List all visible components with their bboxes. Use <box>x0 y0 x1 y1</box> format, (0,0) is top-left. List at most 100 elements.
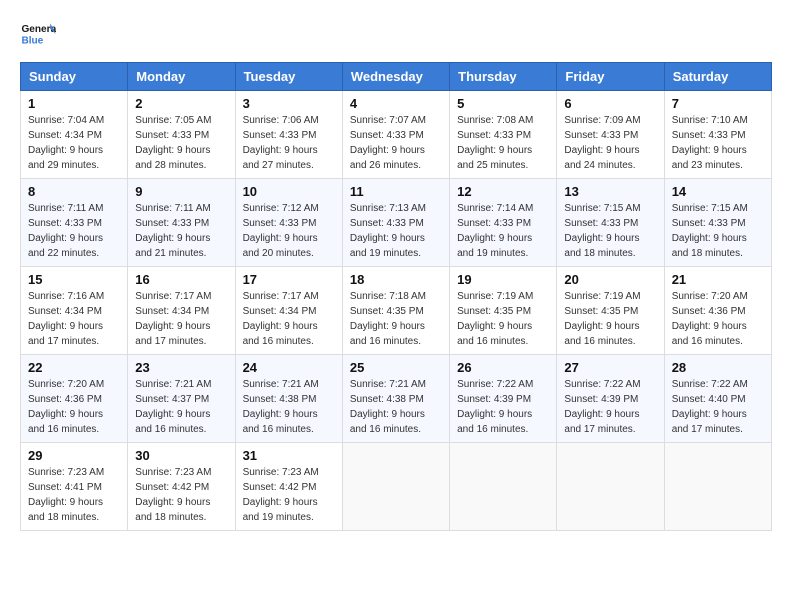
day-number: 24 <box>243 360 335 375</box>
day-cell: 10 Sunrise: 7:12 AM Sunset: 4:33 PM Dayl… <box>235 179 342 267</box>
day-cell: 22 Sunrise: 7:20 AM Sunset: 4:36 PM Dayl… <box>21 355 128 443</box>
day-cell: 4 Sunrise: 7:07 AM Sunset: 4:33 PM Dayli… <box>342 91 449 179</box>
day-info: Sunrise: 7:21 AM Sunset: 4:37 PM Dayligh… <box>135 377 227 437</box>
day-info: Sunrise: 7:22 AM Sunset: 4:40 PM Dayligh… <box>672 377 764 437</box>
svg-text:Blue: Blue <box>21 35 43 46</box>
day-cell: 5 Sunrise: 7:08 AM Sunset: 4:33 PM Dayli… <box>450 91 557 179</box>
day-cell: 29 Sunrise: 7:23 AM Sunset: 4:41 PM Dayl… <box>21 443 128 531</box>
day-cell <box>342 443 449 531</box>
day-info: Sunrise: 7:11 AM Sunset: 4:33 PM Dayligh… <box>135 201 227 261</box>
day-info: Sunrise: 7:09 AM Sunset: 4:33 PM Dayligh… <box>564 113 656 173</box>
day-number: 13 <box>564 184 656 199</box>
day-number: 20 <box>564 272 656 287</box>
col-header-monday: Monday <box>128 63 235 91</box>
logo-icon: General Blue <box>20 16 56 52</box>
day-number: 1 <box>28 96 120 111</box>
day-cell: 21 Sunrise: 7:20 AM Sunset: 4:36 PM Dayl… <box>664 267 771 355</box>
day-number: 2 <box>135 96 227 111</box>
calendar-table: SundayMondayTuesdayWednesdayThursdayFrid… <box>20 62 772 531</box>
day-info: Sunrise: 7:13 AM Sunset: 4:33 PM Dayligh… <box>350 201 442 261</box>
day-number: 7 <box>672 96 764 111</box>
day-cell <box>450 443 557 531</box>
week-row-5: 29 Sunrise: 7:23 AM Sunset: 4:41 PM Dayl… <box>21 443 772 531</box>
day-number: 5 <box>457 96 549 111</box>
day-cell: 23 Sunrise: 7:21 AM Sunset: 4:37 PM Dayl… <box>128 355 235 443</box>
day-cell: 18 Sunrise: 7:18 AM Sunset: 4:35 PM Dayl… <box>342 267 449 355</box>
day-number: 27 <box>564 360 656 375</box>
day-number: 9 <box>135 184 227 199</box>
day-info: Sunrise: 7:17 AM Sunset: 4:34 PM Dayligh… <box>135 289 227 349</box>
day-info: Sunrise: 7:11 AM Sunset: 4:33 PM Dayligh… <box>28 201 120 261</box>
day-number: 19 <box>457 272 549 287</box>
day-cell: 20 Sunrise: 7:19 AM Sunset: 4:35 PM Dayl… <box>557 267 664 355</box>
day-info: Sunrise: 7:22 AM Sunset: 4:39 PM Dayligh… <box>457 377 549 437</box>
day-number: 8 <box>28 184 120 199</box>
col-header-sunday: Sunday <box>21 63 128 91</box>
day-info: Sunrise: 7:15 AM Sunset: 4:33 PM Dayligh… <box>564 201 656 261</box>
day-cell: 17 Sunrise: 7:17 AM Sunset: 4:34 PM Dayl… <box>235 267 342 355</box>
day-info: Sunrise: 7:12 AM Sunset: 4:33 PM Dayligh… <box>243 201 335 261</box>
day-cell: 11 Sunrise: 7:13 AM Sunset: 4:33 PM Dayl… <box>342 179 449 267</box>
day-number: 23 <box>135 360 227 375</box>
day-info: Sunrise: 7:10 AM Sunset: 4:33 PM Dayligh… <box>672 113 764 173</box>
week-row-1: 1 Sunrise: 7:04 AM Sunset: 4:34 PM Dayli… <box>21 91 772 179</box>
day-cell: 14 Sunrise: 7:15 AM Sunset: 4:33 PM Dayl… <box>664 179 771 267</box>
day-info: Sunrise: 7:08 AM Sunset: 4:33 PM Dayligh… <box>457 113 549 173</box>
day-number: 22 <box>28 360 120 375</box>
day-cell: 15 Sunrise: 7:16 AM Sunset: 4:34 PM Dayl… <box>21 267 128 355</box>
day-cell: 3 Sunrise: 7:06 AM Sunset: 4:33 PM Dayli… <box>235 91 342 179</box>
day-info: Sunrise: 7:23 AM Sunset: 4:42 PM Dayligh… <box>243 465 335 525</box>
day-number: 3 <box>243 96 335 111</box>
day-cell: 2 Sunrise: 7:05 AM Sunset: 4:33 PM Dayli… <box>128 91 235 179</box>
day-number: 14 <box>672 184 764 199</box>
day-info: Sunrise: 7:21 AM Sunset: 4:38 PM Dayligh… <box>243 377 335 437</box>
day-cell: 8 Sunrise: 7:11 AM Sunset: 4:33 PM Dayli… <box>21 179 128 267</box>
day-cell: 16 Sunrise: 7:17 AM Sunset: 4:34 PM Dayl… <box>128 267 235 355</box>
header-row: SundayMondayTuesdayWednesdayThursdayFrid… <box>21 63 772 91</box>
day-cell: 28 Sunrise: 7:22 AM Sunset: 4:40 PM Dayl… <box>664 355 771 443</box>
week-row-3: 15 Sunrise: 7:16 AM Sunset: 4:34 PM Dayl… <box>21 267 772 355</box>
day-number: 11 <box>350 184 442 199</box>
day-info: Sunrise: 7:05 AM Sunset: 4:33 PM Dayligh… <box>135 113 227 173</box>
day-number: 4 <box>350 96 442 111</box>
day-cell: 9 Sunrise: 7:11 AM Sunset: 4:33 PM Dayli… <box>128 179 235 267</box>
day-cell: 13 Sunrise: 7:15 AM Sunset: 4:33 PM Dayl… <box>557 179 664 267</box>
day-cell <box>664 443 771 531</box>
day-cell <box>557 443 664 531</box>
day-cell: 27 Sunrise: 7:22 AM Sunset: 4:39 PM Dayl… <box>557 355 664 443</box>
day-info: Sunrise: 7:21 AM Sunset: 4:38 PM Dayligh… <box>350 377 442 437</box>
day-number: 18 <box>350 272 442 287</box>
day-cell: 31 Sunrise: 7:23 AM Sunset: 4:42 PM Dayl… <box>235 443 342 531</box>
day-info: Sunrise: 7:20 AM Sunset: 4:36 PM Dayligh… <box>672 289 764 349</box>
day-info: Sunrise: 7:06 AM Sunset: 4:33 PM Dayligh… <box>243 113 335 173</box>
day-number: 28 <box>672 360 764 375</box>
day-info: Sunrise: 7:04 AM Sunset: 4:34 PM Dayligh… <box>28 113 120 173</box>
day-number: 6 <box>564 96 656 111</box>
day-info: Sunrise: 7:15 AM Sunset: 4:33 PM Dayligh… <box>672 201 764 261</box>
logo: General Blue <box>20 16 56 52</box>
col-header-wednesday: Wednesday <box>342 63 449 91</box>
week-row-2: 8 Sunrise: 7:11 AM Sunset: 4:33 PM Dayli… <box>21 179 772 267</box>
day-info: Sunrise: 7:19 AM Sunset: 4:35 PM Dayligh… <box>564 289 656 349</box>
day-cell: 7 Sunrise: 7:10 AM Sunset: 4:33 PM Dayli… <box>664 91 771 179</box>
header: General Blue <box>20 16 772 52</box>
day-info: Sunrise: 7:17 AM Sunset: 4:34 PM Dayligh… <box>243 289 335 349</box>
day-cell: 1 Sunrise: 7:04 AM Sunset: 4:34 PM Dayli… <box>21 91 128 179</box>
day-number: 30 <box>135 448 227 463</box>
day-info: Sunrise: 7:23 AM Sunset: 4:41 PM Dayligh… <box>28 465 120 525</box>
day-cell: 30 Sunrise: 7:23 AM Sunset: 4:42 PM Dayl… <box>128 443 235 531</box>
col-header-thursday: Thursday <box>450 63 557 91</box>
col-header-tuesday: Tuesday <box>235 63 342 91</box>
day-info: Sunrise: 7:07 AM Sunset: 4:33 PM Dayligh… <box>350 113 442 173</box>
day-number: 31 <box>243 448 335 463</box>
day-info: Sunrise: 7:18 AM Sunset: 4:35 PM Dayligh… <box>350 289 442 349</box>
day-cell: 12 Sunrise: 7:14 AM Sunset: 4:33 PM Dayl… <box>450 179 557 267</box>
day-number: 25 <box>350 360 442 375</box>
col-header-friday: Friday <box>557 63 664 91</box>
day-info: Sunrise: 7:22 AM Sunset: 4:39 PM Dayligh… <box>564 377 656 437</box>
day-info: Sunrise: 7:23 AM Sunset: 4:42 PM Dayligh… <box>135 465 227 525</box>
day-number: 17 <box>243 272 335 287</box>
week-row-4: 22 Sunrise: 7:20 AM Sunset: 4:36 PM Dayl… <box>21 355 772 443</box>
col-header-saturday: Saturday <box>664 63 771 91</box>
day-info: Sunrise: 7:14 AM Sunset: 4:33 PM Dayligh… <box>457 201 549 261</box>
